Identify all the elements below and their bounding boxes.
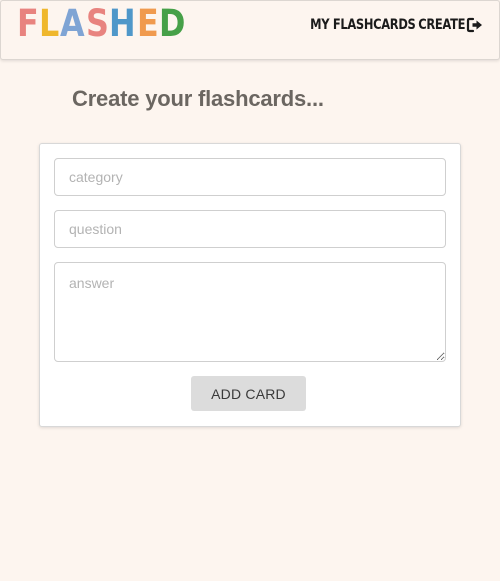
page-title: Create your flashcards... [72, 86, 324, 111]
category-input[interactable] [54, 158, 446, 196]
logo-letter-l: L [39, 2, 60, 45]
logo-letter-h: H [109, 2, 136, 45]
sign-out-icon-graphic [466, 17, 482, 33]
logo-letter-a: A [59, 2, 85, 45]
question-input[interactable] [54, 210, 446, 248]
nav-my-flashcards-link[interactable]: MY FLASHCARDS [311, 17, 417, 33]
logo-letter-d: D [159, 2, 186, 45]
logo-letter-s: S [85, 2, 109, 45]
logo-letter-f: F [17, 2, 39, 45]
nav-links: MY FLASHCARDS CREATE [287, 17, 482, 33]
sign-out-icon[interactable] [466, 16, 484, 34]
navbar: FLASHED MY FLASHCARDS CREATE [0, 0, 500, 60]
logo[interactable]: FLASHED [17, 4, 187, 44]
add-card-button[interactable]: ADD CARD [191, 376, 306, 411]
create-card-form: ADD CARD [39, 143, 461, 427]
logo-letter-e: E [137, 2, 159, 45]
answer-textarea[interactable] [54, 262, 446, 362]
nav-create-link[interactable]: CREATE [418, 17, 465, 33]
